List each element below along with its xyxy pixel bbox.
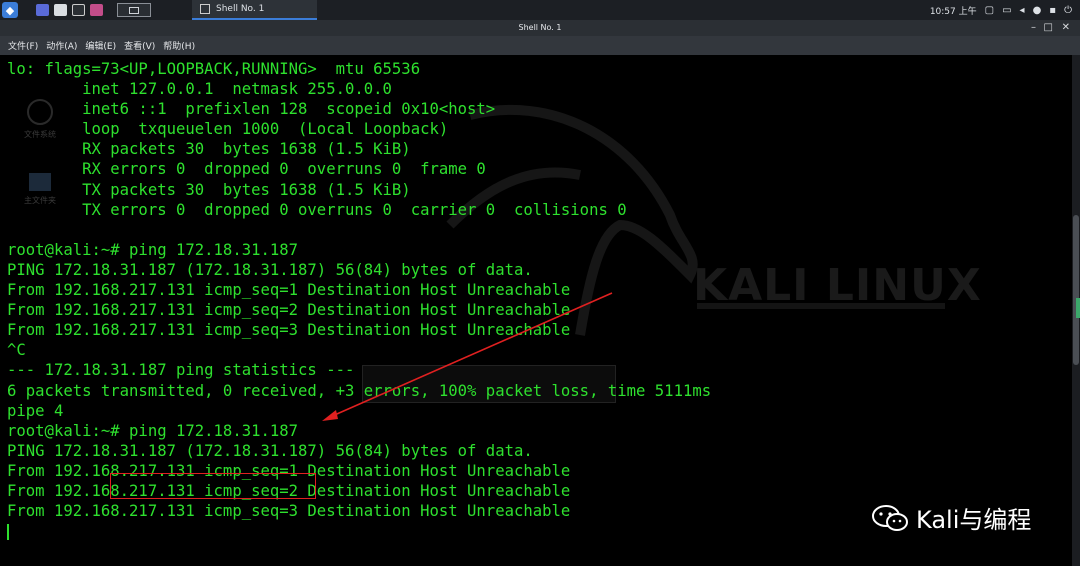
- terminal-line: --- 172.18.31.187 ping statistics ---: [7, 361, 355, 380]
- terminal-line: From 192.168.217.131 icmp_seq=3 Destinat…: [7, 321, 571, 340]
- kali-logo-tagline: [697, 303, 945, 309]
- top-panel: ◆: [0, 0, 1080, 20]
- terminal-launcher-icon[interactable]: [72, 4, 85, 16]
- terminal-line: From 192.168.217.131 icmp_seq=2 Destinat…: [7, 301, 571, 320]
- menu-file[interactable]: 文件(F): [8, 39, 38, 52]
- wechat-icon: [872, 504, 908, 531]
- minimize-icon[interactable]: –: [1031, 20, 1036, 36]
- volume-icon[interactable]: ◂: [1020, 5, 1025, 16]
- terminal-line: root@kali:~# ping 172.18.31.187: [7, 421, 299, 440]
- browser-icon[interactable]: [90, 4, 103, 16]
- menu-action[interactable]: 动作(A): [46, 39, 77, 52]
- menu-help[interactable]: 帮助(H): [163, 39, 195, 52]
- clock[interactable]: 10:57 上午: [930, 4, 977, 17]
- taskbar-item-label: Shell No. 1: [216, 4, 265, 14]
- workspace-switcher[interactable]: [117, 3, 151, 17]
- watermark: Kali与编程: [870, 500, 1031, 535]
- terminal-line: PING 172.18.31.187 (172.18.31.187) 56(84…: [7, 260, 533, 279]
- close-icon[interactable]: ✕: [1062, 20, 1070, 36]
- terminal-line: inet 127.0.0.1 netmask 255.0.0.0: [7, 80, 392, 99]
- terminal-line: inet6 ::1 prefixlen 128 scopeid 0x10<hos…: [7, 100, 496, 119]
- terminal-line: 6 packets transmitted, 0 received, +3 er…: [7, 381, 712, 400]
- window-titlebar[interactable]: Shell No. 1 – □ ✕: [0, 20, 1080, 36]
- notification-icon[interactable]: ●: [1033, 5, 1042, 16]
- terminal-line: TX errors 0 dropped 0 overruns 0 carrier…: [7, 200, 627, 219]
- show-desktop-icon[interactable]: [36, 4, 49, 16]
- system-tray: 10:57 上午 ▢ ▭ ◂ ● ▪ ⏻: [930, 0, 1080, 20]
- kali-menu-icon[interactable]: ◆: [2, 2, 18, 18]
- menu-bar: 文件(F) 动作(A) 编辑(E) 查看(V) 帮助(H): [0, 36, 1080, 55]
- terminal-output: lo: flags=73<UP,LOOPBACK,RUNNING> mtu 65…: [7, 59, 711, 521]
- annotation-box: [110, 473, 316, 499]
- terminal-line: From 192.168.217.131 icmp_seq=1 Destinat…: [7, 281, 571, 300]
- watermark-text: Kali与编程: [916, 506, 1032, 534]
- maximize-icon[interactable]: □: [1044, 20, 1053, 36]
- terminal-line: loop txqueuelen 1000 (Local Loopback): [7, 120, 449, 139]
- terminal-line: lo: flags=73<UP,LOOPBACK,RUNNING> mtu 65…: [7, 60, 421, 78]
- window-title: Shell No. 1: [518, 23, 562, 32]
- lock-icon[interactable]: ▪: [1049, 5, 1056, 16]
- terminal-icon: [200, 4, 210, 14]
- network-icon[interactable]: ▭: [1002, 5, 1011, 16]
- terminal-line: PING 172.18.31.187 (172.18.31.187) 56(84…: [7, 441, 533, 460]
- side-edge-marker: [1076, 298, 1080, 318]
- terminal-line: pipe 4: [7, 401, 64, 420]
- workspace-icon: [129, 6, 139, 14]
- taskbar-item-shell[interactable]: Shell No. 1: [192, 0, 317, 20]
- terminal-line: RX errors 0 dropped 0 overruns 0 frame 0: [7, 160, 486, 179]
- power-icon[interactable]: ⏻: [1064, 5, 1072, 16]
- file-manager-icon[interactable]: [54, 4, 67, 16]
- terminal-line: RX packets 30 bytes 1638 (1.5 KiB): [7, 140, 411, 159]
- menu-view[interactable]: 查看(V): [124, 39, 155, 52]
- terminal-line: From 192.168.217.131 icmp_seq=3 Destinat…: [7, 502, 571, 521]
- menu-edit[interactable]: 编辑(E): [85, 39, 116, 52]
- text-cursor: [7, 524, 9, 540]
- scrollbar-thumb[interactable]: [1073, 215, 1079, 365]
- terminal-line: root@kali:~# ping 172.18.31.187: [7, 240, 299, 259]
- terminal-line: ^C: [7, 341, 26, 360]
- terminal-line: TX packets 30 bytes 1638 (1.5 KiB): [7, 180, 411, 199]
- display-icon[interactable]: ▢: [985, 5, 994, 16]
- terminal-view[interactable]: 文件系统 主文件夹 KALI LINUX lo: flags=73<UP,LOO…: [0, 55, 1072, 566]
